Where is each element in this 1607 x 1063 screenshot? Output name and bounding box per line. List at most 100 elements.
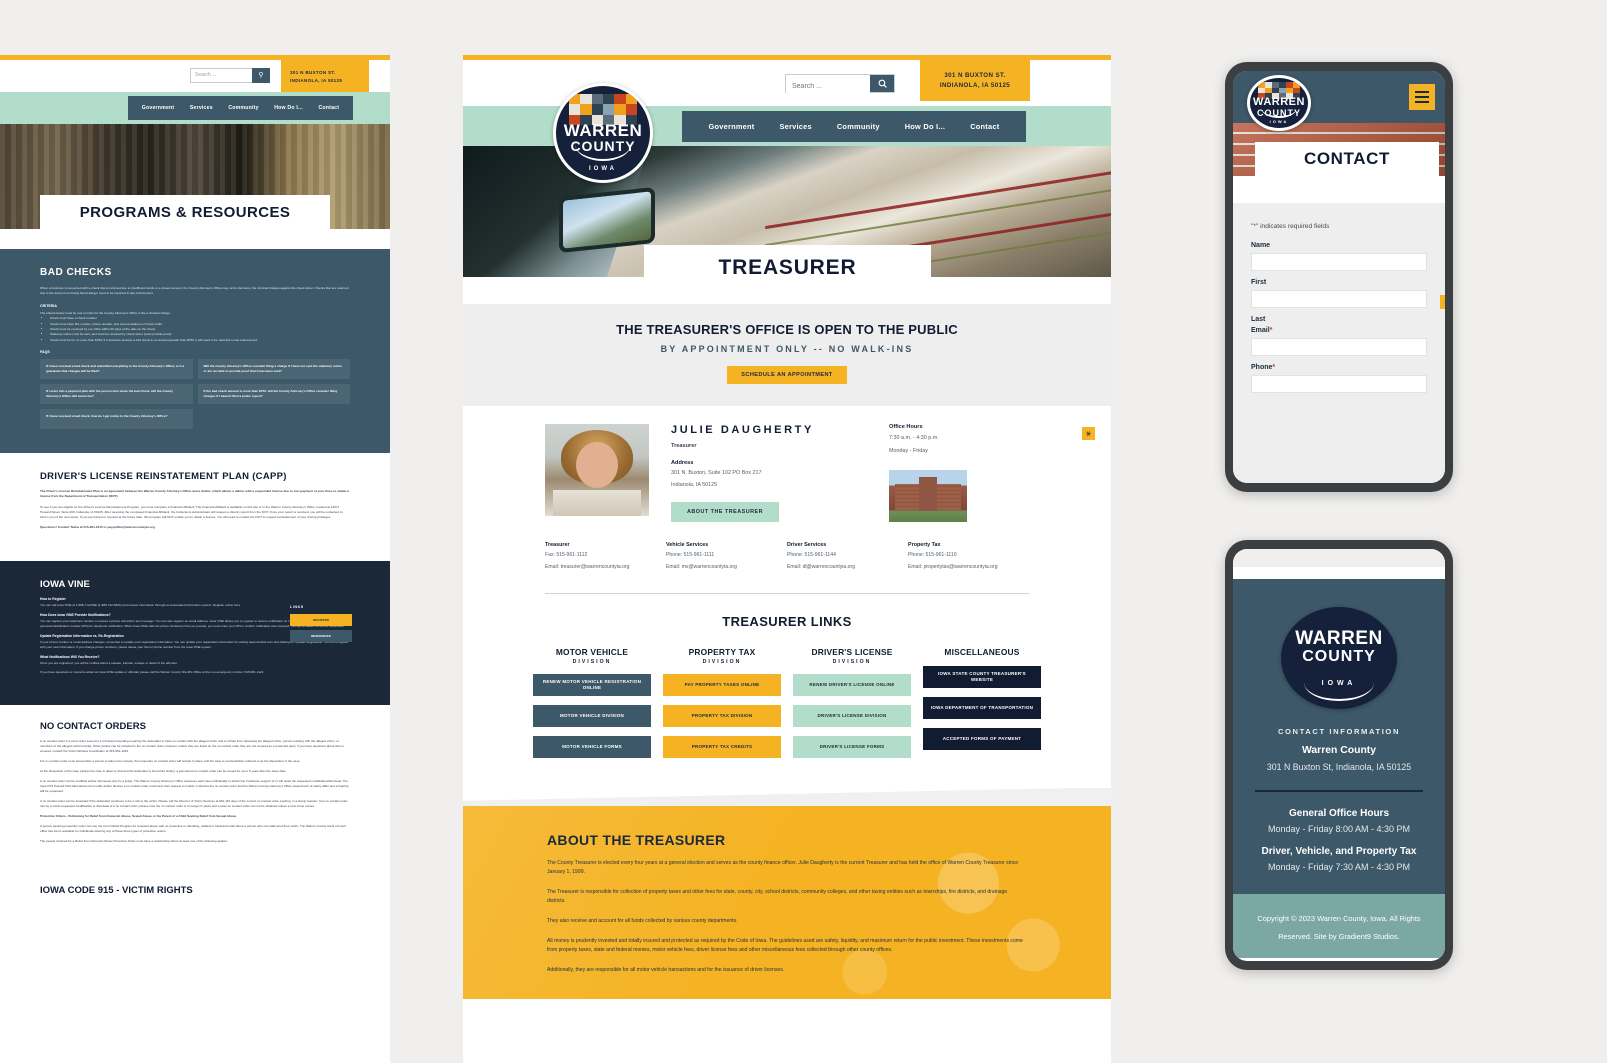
contact-email[interactable]: Email: propertytax@warrencountyia.org [908, 563, 1029, 572]
phone-field-label: Phone* [1251, 364, 1427, 371]
nav-item-services[interactable]: Services [190, 105, 213, 111]
resources-button[interactable]: RESOURCES [290, 630, 352, 643]
contact-email[interactable]: Email: treasurer@warrencountyia.org [545, 563, 666, 572]
phone-mockup-contact-form: WARREN COUNTY IOWA CONTACT "*" indicates… [1225, 62, 1453, 492]
hamburger-menu-icon[interactable] [1409, 84, 1435, 110]
office-hours-time: 7:30 a.m. - 4:30 p.m. [889, 435, 939, 441]
nav-item-government[interactable]: Government [708, 122, 754, 131]
treasurer-portrait [545, 424, 649, 516]
section-heading: TREASURER LINKS [722, 614, 852, 630]
required-asterisk: * [1269, 327, 1273, 334]
contact-column-property-tax: Property Tax Phone: 515-961-1110 Email: … [908, 542, 1029, 571]
link-button[interactable]: PROPERTY TAX CREDITS [663, 736, 781, 759]
search-input[interactable] [786, 78, 870, 95]
subheading: What Notifications Will You Receive? [40, 655, 100, 660]
profile-row: JULIE DAUGHERTY Treasurer Address 301 N.… [463, 424, 1111, 522]
nav-item-services[interactable]: Services [779, 122, 811, 131]
name-field-label: Name [1251, 242, 1271, 249]
left-utility-bar: Search ... ⚲ 301 N BUXTON ST. INDIANOLA,… [0, 60, 390, 92]
nav-item-community[interactable]: Community [837, 122, 880, 131]
contact-title: Treasurer [545, 542, 570, 548]
faq-item[interactable]: Will the County Attorney's Office consid… [197, 359, 350, 380]
name-input[interactable] [1251, 253, 1427, 271]
contact-email[interactable]: Email: mv@warrencountyia.org [666, 563, 787, 572]
section-note: If you have questions or concerns about … [40, 670, 264, 675]
link-button[interactable]: DRIVER'S LICENSE DIVISION [793, 705, 911, 728]
contact-email[interactable]: Email: dl@warrencountyia.org [787, 563, 908, 572]
phone-header: WARREN COUNTY IOWA [1233, 71, 1445, 131]
divider [1255, 790, 1423, 792]
faq-item[interactable]: If I have received a bad check and submi… [40, 359, 193, 380]
treasurer-role: Treasurer [671, 443, 697, 449]
email-input[interactable] [1251, 338, 1427, 356]
nav-item-community[interactable]: Community [228, 105, 258, 111]
left-hero-image: PROGRAMS & RESOURCES [0, 124, 390, 229]
phone-mockup-footer: WARREN COUNTY IOWA CONTACT INFORMATION W… [1225, 540, 1453, 970]
links-title: LINKS [290, 605, 304, 610]
warren-county-logo[interactable]: WARREN COUNTY IOWA [553, 83, 653, 183]
column-header: MISCELLANEOUS [923, 647, 1041, 657]
required-asterisk: * [1272, 364, 1276, 371]
about-paragraph: They also receive and account for all fu… [547, 918, 738, 925]
link-button[interactable]: MOTOR VEHICLE FORMS [533, 736, 651, 759]
logo-subtitle: IOWA [589, 165, 617, 172]
links-column-motor-vehicle: MOTOR VEHICLE DIVISION RENEW MOTOR VEHIC… [533, 647, 651, 759]
nav-item-how-do-i[interactable]: How Do I... [905, 122, 946, 131]
link-button[interactable]: PAY PROPERTY TAXES ONLINE [663, 674, 781, 697]
faq-item[interactable]: If the bad check amount is more than $75… [197, 384, 350, 405]
nav-item-how-do-i[interactable]: How Do I... [274, 105, 303, 111]
county-administration-building-photo [889, 470, 967, 522]
section-body: To see if you are eligible for the Drive… [40, 504, 343, 520]
section-body: For no contact order to be issued after … [40, 759, 301, 764]
first-name-field-label: First [1251, 279, 1267, 286]
notice-subheading: BY APPOINTMENT ONLY -- NO WALK-INS [660, 344, 914, 354]
first-name-input[interactable] [1251, 290, 1427, 308]
section-body: A person desiring protection order can u… [40, 824, 346, 834]
warren-county-logo[interactable]: WARREN COUNTY IOWA [1247, 75, 1311, 131]
contact-title: Vehicle Services [666, 542, 709, 548]
link-button[interactable]: RENEW MOTOR VEHICLE REGISTRATION ONLINE [533, 674, 651, 697]
link-button[interactable]: RENEW DRIVER'S LICENSE ONLINE [793, 674, 911, 697]
nav-item-contact[interactable]: Contact [318, 105, 339, 111]
accessibility-icon[interactable]: ⚹ [1440, 295, 1445, 309]
contact-fax: Fax: 515-961-1112 [545, 552, 588, 558]
nav-item-government[interactable]: Government [142, 105, 175, 111]
address-line-2: INDIANOLA, IA 50125 [290, 78, 343, 83]
mockup-stage: Search ... ⚲ 301 N BUXTON ST. INDIANOLA,… [0, 0, 1607, 1063]
logo-line-1: WARREN [1295, 628, 1383, 650]
section-body: A no contact order is a court order issu… [40, 739, 344, 754]
search-icon[interactable]: ⚲ [252, 68, 270, 83]
link-button[interactable]: PROPERTY TAX DIVISION [663, 705, 781, 728]
section-body: The people involved for a Relief from Do… [40, 839, 228, 844]
column-subtitle: DIVISION [832, 659, 872, 666]
link-button[interactable]: IOWA DEPARTMENT OF TRANSPORTATION [923, 697, 1041, 720]
building-entrance [919, 477, 937, 511]
page-title: CONTACT [1255, 142, 1439, 176]
accessibility-icon[interactable]: ⚹ [1082, 427, 1095, 440]
about-paragraph: The County Treasurer is elected every fo… [547, 860, 1019, 876]
faq-item[interactable]: If I enter into a payment plan with the … [40, 384, 193, 405]
link-button[interactable]: ACCEPTED FORMS OF PAYMENT [923, 728, 1041, 751]
link-button[interactable]: IOWA STATE COUNTY TREASURER'S WEBSITE [923, 666, 1041, 689]
last-name-field-label: Last [1251, 316, 1266, 323]
warren-county-logo[interactable]: WARREN COUNTY IOWA [1281, 607, 1397, 709]
search-icon[interactable] [870, 75, 894, 92]
office-hours-block: Office Hours 7:30 a.m. - 4:30 p.m. Monda… [889, 424, 1029, 522]
about-the-treasurer-button[interactable]: ABOUT THE TREASURER [671, 502, 779, 522]
required-fields-note: "*" indicates required fields [1251, 223, 1330, 230]
faq-item[interactable]: If I have received a bad check, how do I… [40, 409, 193, 430]
faq-grid: If I have received a bad check and submi… [40, 359, 350, 430]
page-title: PROGRAMS & RESOURCES [40, 195, 330, 229]
link-button[interactable]: DRIVER'S LICENSE FORMS [793, 736, 911, 759]
logo-swoosh-icon [1304, 682, 1374, 701]
schedule-appointment-button[interactable]: SCHEDULE AN APPOINTMENT [727, 366, 847, 384]
address-line-2: Indianola, IA 50125 [671, 482, 718, 488]
phone-input[interactable] [1251, 375, 1427, 393]
register-button[interactable]: REGISTER [290, 614, 352, 627]
section-heading: IOWA VINE [40, 579, 90, 591]
section-iowa-vine: IOWA VINE How to Register You can call I… [0, 561, 390, 706]
nav-item-contact[interactable]: Contact [970, 122, 999, 131]
organization-name: Warren County [1301, 745, 1377, 756]
link-button[interactable]: MOTOR VEHICLE DIVISION [533, 705, 651, 728]
contact-title: Property Tax [908, 542, 941, 548]
